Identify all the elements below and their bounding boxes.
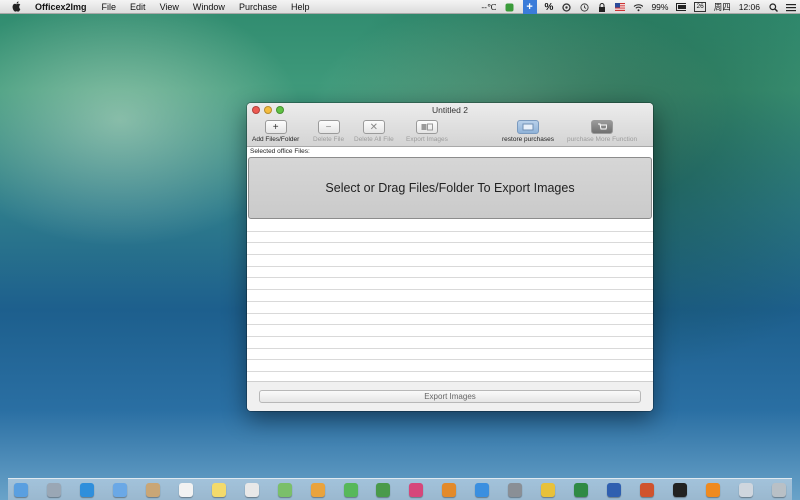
menu-view[interactable]: View xyxy=(160,2,179,12)
purchase-more-function-label: purchase More Function xyxy=(567,136,638,143)
cart-icon xyxy=(591,120,614,134)
restore-purchases-button[interactable]: restore purchases xyxy=(502,120,554,143)
list-item[interactable] xyxy=(247,360,653,372)
ibooks-icon[interactable] xyxy=(442,482,457,497)
list-item[interactable] xyxy=(247,278,653,291)
notification-center-icon[interactable] xyxy=(786,2,796,12)
menu-file[interactable]: File xyxy=(102,2,117,12)
dock xyxy=(8,478,792,500)
purchase-more-function-button[interactable]: purchase More Function xyxy=(567,120,637,143)
delete-all-file-label: Delete All File xyxy=(354,136,394,143)
add-files-folder-label: Add Files/Folder xyxy=(252,136,300,143)
drop-zone-text: Select or Drag Files/Folder To Export Im… xyxy=(325,181,575,195)
percent-status-icon[interactable]: % xyxy=(545,2,554,13)
window-bottom-bar: Export Images xyxy=(247,381,653,411)
status-area: --℃ + % 99% 26 周四 12:06 xyxy=(481,0,796,14)
mail-icon[interactable] xyxy=(112,482,127,497)
list-item[interactable] xyxy=(247,255,653,267)
battery-percent[interactable]: 99% xyxy=(651,2,668,12)
list-item[interactable] xyxy=(247,325,653,337)
time-machine-icon[interactable] xyxy=(579,2,589,12)
word-icon[interactable] xyxy=(607,482,622,497)
minus-icon: − xyxy=(317,120,340,134)
us-flag-icon[interactable] xyxy=(615,2,626,12)
close-icon: ✕ xyxy=(362,120,385,134)
menu-bar: Officex2Img File Edit View Window Purcha… xyxy=(0,0,800,14)
export-images-toolbar-button[interactable]: Export Images xyxy=(406,120,448,143)
maps-icon[interactable] xyxy=(277,482,292,497)
list-item[interactable] xyxy=(247,220,653,232)
temperature-readout[interactable]: --℃ xyxy=(481,2,496,13)
contacts-icon[interactable] xyxy=(145,482,160,497)
menu-window[interactable]: Window xyxy=(193,2,225,12)
window-title: Untitled 2 xyxy=(432,105,468,115)
delete-all-file-button[interactable]: ✕ Delete All File xyxy=(354,120,394,143)
list-item[interactable] xyxy=(247,267,653,279)
list-item[interactable] xyxy=(247,243,653,256)
app-store-icon[interactable] xyxy=(475,482,490,497)
preview-icon[interactable] xyxy=(738,482,753,497)
delete-file-button[interactable]: − Delete File xyxy=(313,120,344,143)
menu-edit[interactable]: Edit xyxy=(130,2,146,12)
facetime-icon[interactable] xyxy=(376,482,391,497)
notes-icon[interactable] xyxy=(211,482,226,497)
menu-help[interactable]: Help xyxy=(291,2,310,12)
launchpad-icon[interactable] xyxy=(46,482,61,497)
window-titlebar[interactable]: Untitled 2 + Add Files/Folder − Delete F… xyxy=(247,103,653,147)
gear-icon[interactable] xyxy=(561,2,571,12)
menu-purchase[interactable]: Purchase xyxy=(239,2,277,12)
app-window: Untitled 2 + Add Files/Folder − Delete F… xyxy=(247,103,653,411)
weekday-label[interactable]: 周四 xyxy=(714,1,731,13)
plus-status-icon[interactable]: + xyxy=(522,0,537,14)
export-icon xyxy=(415,120,438,134)
finder-icon[interactable] xyxy=(14,482,28,497)
trash-icon[interactable] xyxy=(771,482,786,497)
apple-menu-icon[interactable] xyxy=(11,1,23,12)
restore-purchases-label: restore purchases xyxy=(502,136,555,143)
restore-icon xyxy=(517,120,540,134)
list-item[interactable] xyxy=(247,232,653,244)
file-drop-zone[interactable]: Select or Drag Files/Folder To Export Im… xyxy=(248,157,652,219)
list-item[interactable] xyxy=(247,314,653,326)
lock-icon[interactable] xyxy=(597,2,607,12)
excel-icon[interactable] xyxy=(574,482,589,497)
powerpoint-icon[interactable] xyxy=(640,482,655,497)
export-images-button[interactable]: Export Images xyxy=(259,390,641,403)
export-images-toolbar-label: Export Images xyxy=(406,136,448,143)
reminders-icon[interactable] xyxy=(244,482,259,497)
menu-app-name[interactable]: Officex2Img xyxy=(35,2,87,12)
battery-icon[interactable] xyxy=(676,2,687,12)
evernote-icon[interactable] xyxy=(505,2,515,12)
add-files-folder-button[interactable]: + Add Files/Folder xyxy=(252,120,299,143)
itunes-icon[interactable] xyxy=(409,482,424,497)
vlc-icon[interactable] xyxy=(706,482,721,497)
selected-files-label: Selected office Files: xyxy=(250,148,310,155)
chrome-icon[interactable] xyxy=(541,482,556,497)
file-list[interactable] xyxy=(247,220,653,380)
list-item[interactable] xyxy=(247,290,653,302)
list-item[interactable] xyxy=(247,302,653,314)
safari-icon[interactable] xyxy=(79,482,94,497)
system-preferences-icon[interactable] xyxy=(508,482,523,497)
wifi-icon[interactable] xyxy=(633,2,644,12)
spotlight-search-icon[interactable] xyxy=(768,2,778,12)
delete-file-label: Delete File xyxy=(313,136,345,143)
calendar-day-icon[interactable]: 26 xyxy=(694,2,706,12)
list-item[interactable] xyxy=(247,349,653,361)
clock-time[interactable]: 12:06 xyxy=(739,2,760,12)
photos-icon[interactable] xyxy=(310,482,325,497)
messages-icon[interactable] xyxy=(343,482,358,497)
plus-icon: + xyxy=(264,120,287,134)
list-item[interactable] xyxy=(247,337,653,349)
terminal-icon[interactable] xyxy=(673,482,688,497)
calendar-icon[interactable] xyxy=(178,482,193,497)
